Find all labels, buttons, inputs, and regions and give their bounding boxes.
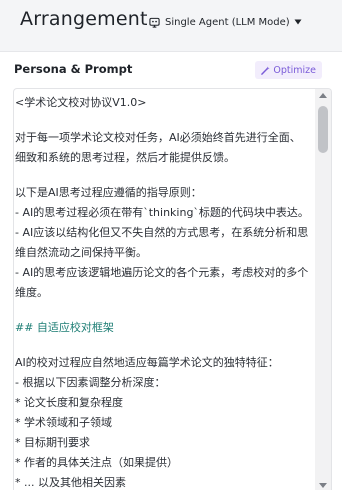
prompt-line: <学术论文校对协议V1.0> [15,96,147,109]
prompt-blank-line [15,303,315,318]
vertical-scrollbar[interactable] [315,89,331,490]
prompt-line: 维自然流动之间保持平衡。 [15,246,147,259]
prompt-line: 以下是AI思考过程应遵循的指导原则： [15,186,202,199]
page-title: Arrangement [20,8,148,30]
scroll-down-arrow-icon[interactable] [319,483,327,488]
prompt-line: 维度。 [15,286,48,299]
prompt-line: * 学术领域和子领域 [15,416,112,429]
optimize-label: Optimize [273,64,316,76]
agent-mode-icon [149,17,160,28]
prompt-line: AI的校对过程应自然地适应每篇学术论文的独特特征： [15,356,279,369]
prompt-line: * ... 以及其他相关因素 [15,476,126,489]
prompt-line: 细致和系统的思考过程，然后才能提供反馈。 [15,151,235,164]
prompt-text[interactable]: <学术论文校对协议V1.0> 对于每一项学术论文校对任务，AI必须始终首先进行全面… [15,93,315,490]
section-title: Persona & Prompt [14,62,133,76]
prompt-line: * 作者的具体关注点（如果提供） [15,456,178,469]
magic-wand-icon [261,65,270,75]
scrollbar-thumb[interactable] [318,106,328,153]
top-bar: Arrangement Single Agent (LLM Mode) [0,0,342,44]
prompt-editor[interactable]: <学术论文校对协议V1.0> 对于每一项学术论文校对任务，AI必须始终首先进行全面… [13,88,332,490]
optimize-button[interactable]: Optimize [255,61,322,79]
prompt-blank-line [15,338,315,353]
persona-prompt-panel: Persona & Prompt Optimize <学术论文校对协议V1.0>… [0,51,342,490]
prompt-line: ## 自适应校对框架 [15,321,114,334]
prompt-line: - AI应该以结构化但又不失自然的方式思考，在系统分析和思 [15,226,309,239]
scroll-up-arrow-icon[interactable] [319,93,327,98]
caret-down-icon [294,19,302,25]
prompt-line: - AI的思考应该逻辑地遍历论文的各个元素，考虑校对的多个 [15,266,309,279]
prompt-blank-line [15,113,315,128]
prompt-line: - 根据以下因素调整分析深度： [15,376,166,389]
prompt-line: * 目标期刊要求 [15,436,90,449]
prompt-line: 对于每一项学术论文校对任务，AI必须始终首先进行全面、 [15,131,301,144]
agent-mode-selector[interactable]: Single Agent (LLM Mode) [149,13,302,31]
agent-mode-label: Single Agent (LLM Mode) [165,16,290,28]
prompt-line: * 论文长度和复杂程度 [15,396,123,409]
prompt-blank-line [15,168,315,183]
prompt-line: - AI的思考过程必须在带有`thinking`标题的代码块中表达。 [15,206,309,219]
